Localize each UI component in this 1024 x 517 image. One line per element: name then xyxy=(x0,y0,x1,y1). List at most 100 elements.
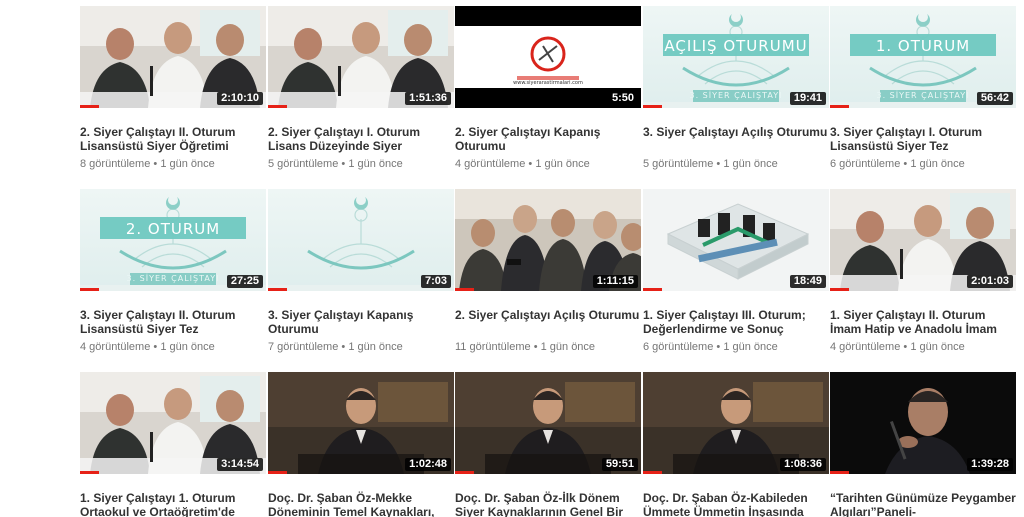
video-thumbnail[interactable]: 3:14:54 xyxy=(80,372,266,474)
video-card[interactable]: 1:02:48 Doç. Dr. Şaban Öz-Mekke Dönemini… xyxy=(268,372,454,517)
video-thumbnail[interactable]: 1:39:28 xyxy=(830,372,1016,474)
video-card[interactable]: 2:10:10 2. Siyer Çalıştayı II. Oturum Li… xyxy=(80,6,266,171)
view-count: 4 görüntüleme xyxy=(830,341,901,353)
video-title[interactable]: “Tarihten Günümüze Peygamber Algıları”Pa… xyxy=(830,491,1016,517)
video-card[interactable]: 2:01:03 1. Siyer Çalıştayı II. Oturum İm… xyxy=(830,189,1016,354)
video-meta: 5 görüntüleme • 1 gün önce xyxy=(643,158,778,170)
video-card[interactable]: 18:49 1. Siyer Çalıştayı III. Oturum; De… xyxy=(643,189,829,354)
video-title[interactable]: 2. Siyer Çalıştayı Kapanış Oturumu xyxy=(455,125,641,155)
video-meta: 11 görüntüleme • 1 gün önce xyxy=(455,341,595,353)
video-thumbnail[interactable]: 1:51:36 xyxy=(268,6,454,108)
meta-separator: • xyxy=(153,158,158,170)
duration-badge: 2:01:03 xyxy=(967,275,1013,288)
video-title[interactable]: 1. Siyer Çalıştayı III. Oturum; Değerlen… xyxy=(643,308,829,338)
meta-separator: • xyxy=(903,341,908,353)
upload-age: 1 gün önce xyxy=(348,341,403,353)
watch-progress-bar xyxy=(643,471,662,474)
watch-progress-bar xyxy=(268,288,287,291)
duration-badge: 2:10:10 xyxy=(217,92,263,105)
duration-badge: 56:42 xyxy=(976,92,1013,105)
thumbnail-overlay-title: AÇILIŞ OTURUMU xyxy=(664,37,808,55)
meta-separator: • xyxy=(903,158,908,170)
video-card[interactable]: 3:14:54 1. Siyer Çalıştayı 1. Oturum Ort… xyxy=(80,372,266,517)
video-title[interactable]: 3. Siyer Çalıştayı II. Oturum Lisansüstü… xyxy=(80,308,266,338)
duration-badge: 5:50 xyxy=(607,92,638,105)
upload-age: 1 gün önce xyxy=(723,341,778,353)
video-card[interactable]: www.siyerarastirmalari.com 5:50 2. Siyer… xyxy=(455,6,641,171)
video-thumbnail[interactable]: 59:51 xyxy=(455,372,641,474)
video-title[interactable]: 3. Siyer Çalıştayı I. Oturum Lisansüstü … xyxy=(830,125,1016,155)
video-card[interactable]: 1:11:15 2. Siyer Çalıştayı Açılış Oturum… xyxy=(455,189,641,354)
meta-separator: • xyxy=(716,341,721,353)
watch-progress-bar xyxy=(830,288,849,291)
duration-badge: 1:02:48 xyxy=(405,458,451,471)
video-meta: 6 görüntüleme • 1 gün önce xyxy=(830,158,965,170)
video-title[interactable]: Doç. Dr. Şaban Öz-Mekke Döneminin Temel … xyxy=(268,491,454,517)
video-title[interactable]: 2. Siyer Çalıştayı Açılış Oturumu xyxy=(455,308,641,338)
video-card[interactable]: 59:51 Doç. Dr. Şaban Öz-İlk Dönem Siyer … xyxy=(455,372,641,517)
video-thumbnail[interactable]: www.siyerarastirmalari.com 5:50 xyxy=(455,6,641,108)
video-thumbnail[interactable]: 2. OTURUM 3. SİYER ÇALIŞTAYI 27:25 xyxy=(80,189,266,291)
duration-badge: 18:49 xyxy=(789,275,826,288)
video-title[interactable]: 2. Siyer Çalıştayı II. Oturum Lisansüstü… xyxy=(80,125,266,155)
video-card[interactable]: 7:03 3. Siyer Çalıştayı Kapanış Oturumu … xyxy=(268,189,454,354)
upload-age: 1 gün önce xyxy=(160,158,215,170)
video-title[interactable]: Doç. Dr. Şaban Öz-İlk Dönem Siyer Kaynak… xyxy=(455,491,641,517)
video-card[interactable]: 2. OTURUM 3. SİYER ÇALIŞTAYI 27:25 3. Siy… xyxy=(80,189,266,354)
upload-age: 1 gün önce xyxy=(910,341,965,353)
video-meta: 7 görüntüleme • 1 gün önce xyxy=(268,341,403,353)
video-thumbnail[interactable]: 1:08:36 xyxy=(643,372,829,474)
duration-badge: 1:39:28 xyxy=(967,458,1013,471)
meta-separator: • xyxy=(153,341,158,353)
video-thumbnail[interactable]: 7:03 xyxy=(268,189,454,291)
watch-progress-bar xyxy=(80,105,99,108)
view-count: 6 görüntüleme xyxy=(830,158,901,170)
meta-separator: • xyxy=(341,341,346,353)
video-title[interactable]: 2. Siyer Çalıştayı I. Oturum Lisans Düze… xyxy=(268,125,454,155)
video-card[interactable]: 1. OTURUM 3. SİYER ÇALIŞTAYI 56:42 3. Siy… xyxy=(830,6,1016,171)
video-meta: 4 görüntüleme • 1 gün önce xyxy=(80,341,215,353)
upload-age: 1 gün önce xyxy=(535,158,590,170)
watch-progress-bar xyxy=(455,288,474,291)
video-thumbnail[interactable]: 2:10:10 xyxy=(80,6,266,108)
video-thumbnail[interactable]: AÇILIŞ OTURUMU 3. SİYER ÇALIŞTAYI 19:41 xyxy=(643,6,829,108)
meta-separator: • xyxy=(528,158,533,170)
video-thumbnail[interactable]: 1:02:48 xyxy=(268,372,454,474)
upload-age: 1 gün önce xyxy=(910,158,965,170)
meta-separator: • xyxy=(716,158,721,170)
watch-progress-bar xyxy=(268,105,287,108)
duration-badge: 19:41 xyxy=(789,92,826,105)
duration-badge: 1:08:36 xyxy=(780,458,826,471)
video-card[interactable]: 1:51:36 2. Siyer Çalıştayı I. Oturum Lis… xyxy=(268,6,454,171)
view-count: 4 görüntüleme xyxy=(80,341,151,353)
video-card[interactable]: 1:39:28 “Tarihten Günümüze Peygamber Alg… xyxy=(830,372,1016,517)
view-count: 7 görüntüleme xyxy=(268,341,339,353)
video-meta: 4 görüntüleme • 1 gün önce xyxy=(830,341,965,353)
video-title[interactable]: Doç. Dr. Şaban Öz-Kabileden Ümmete Ümmet… xyxy=(643,491,829,517)
video-meta: 6 görüntüleme • 1 gün önce xyxy=(643,341,778,353)
duration-badge: 1:51:36 xyxy=(405,92,451,105)
video-thumbnail[interactable]: 18:49 xyxy=(643,189,829,291)
meta-separator: • xyxy=(533,341,538,353)
video-thumbnail[interactable]: 1:11:15 xyxy=(455,189,641,291)
meta-separator: • xyxy=(341,158,346,170)
watch-progress-bar xyxy=(455,471,474,474)
watch-progress-bar xyxy=(643,288,662,291)
video-title[interactable]: 3. Siyer Çalıştayı Kapanış Oturumu xyxy=(268,308,454,338)
watch-progress-bar xyxy=(80,288,99,291)
video-card[interactable]: 1:08:36 Doç. Dr. Şaban Öz-Kabileden Ümme… xyxy=(643,372,829,517)
upload-age: 1 gün önce xyxy=(540,341,596,353)
view-count: 5 görüntüleme xyxy=(268,158,339,170)
video-title[interactable]: 1. Siyer Çalıştayı 1. Oturum Ortaokul ve… xyxy=(80,491,266,517)
video-title[interactable]: 3. Siyer Çalıştayı Açılış Oturumu xyxy=(643,125,829,155)
video-title[interactable]: 1. Siyer Çalıştayı II. Oturum İmam Hatip… xyxy=(830,308,1016,338)
video-thumbnail[interactable]: 1. OTURUM 3. SİYER ÇALIŞTAYI 56:42 xyxy=(830,6,1016,108)
watch-progress-bar xyxy=(830,105,849,108)
thumbnail-overlay-title: 1. OTURUM xyxy=(875,37,971,55)
video-thumbnail[interactable]: 2:01:03 xyxy=(830,189,1016,291)
view-count: 6 görüntüleme xyxy=(643,341,714,353)
view-count: 11 görüntüleme xyxy=(455,341,531,353)
video-card[interactable]: AÇILIŞ OTURUMU 3. SİYER ÇALIŞTAYI 19:41 3… xyxy=(643,6,829,171)
duration-badge: 59:51 xyxy=(601,458,638,471)
duration-badge: 1:11:15 xyxy=(592,275,638,288)
